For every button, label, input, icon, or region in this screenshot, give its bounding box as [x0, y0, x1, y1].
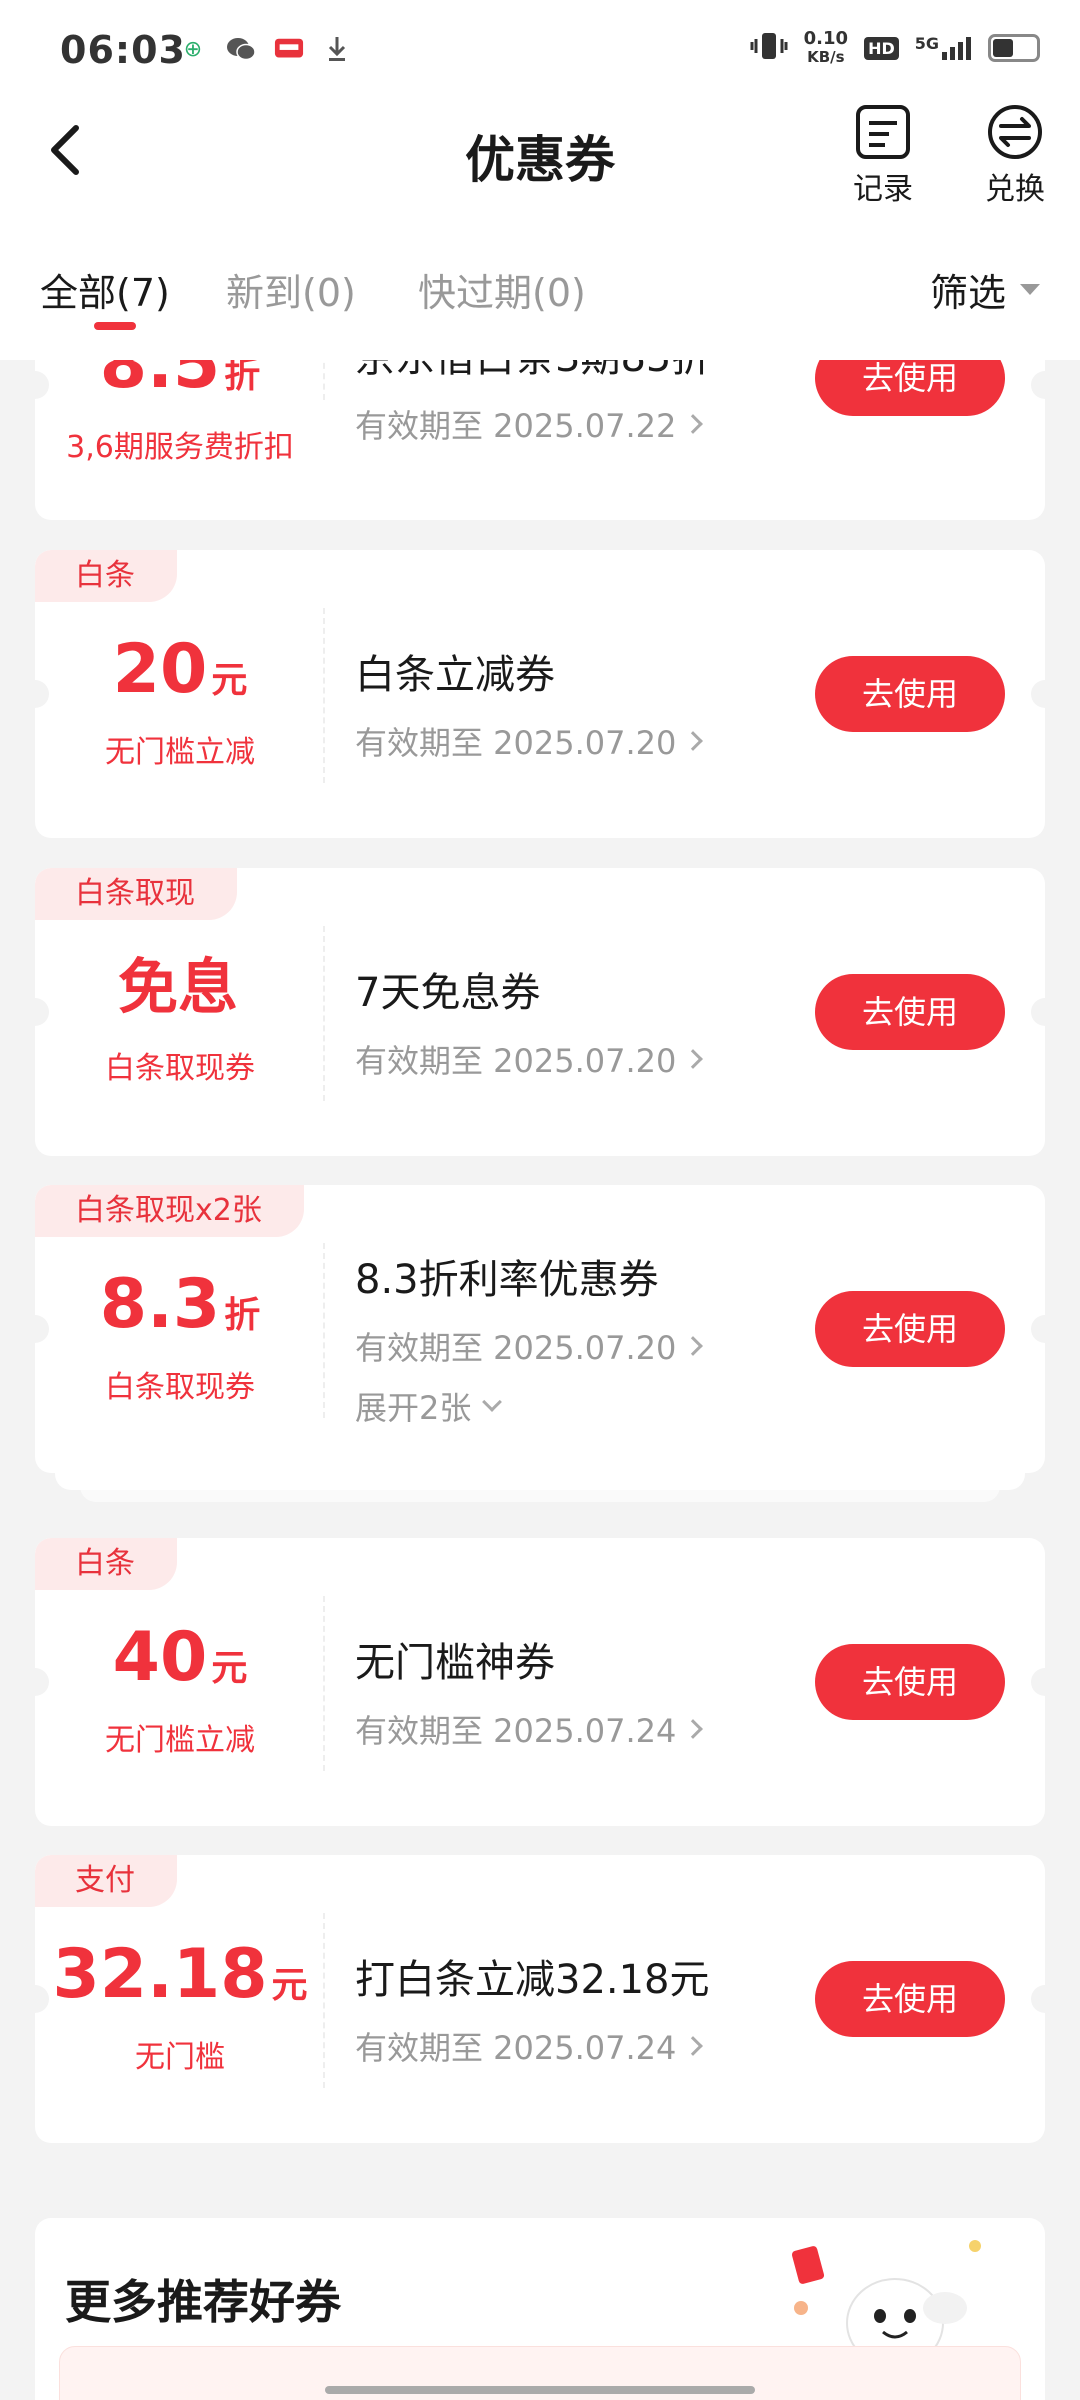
coupon-name: 无门槛神券	[355, 1640, 555, 1686]
battery-icon	[988, 34, 1040, 62]
use-coupon-button[interactable]: 去使用	[815, 1644, 1005, 1720]
chevron-right-icon	[683, 1336, 704, 1356]
coupon-card[interactable]: 白条取现x2张 8.3 折 白条取现券 8.3折利率优惠券 有效期至 2025.0…	[35, 1185, 1045, 1473]
coupon-amount: 32.18 元	[52, 1935, 308, 2014]
top-header: 06:03 ⊕ 0.10 KB/s HD 5G 优惠券 记录 兑换 全部(7) …	[0, 0, 1080, 360]
active-tab-indicator	[94, 322, 136, 330]
coupon-validity[interactable]: 有效期至 2025.07.20	[355, 1323, 704, 1369]
coupon-tag: 白条	[35, 1538, 177, 1590]
coupon-subtitle: 白条取现券	[105, 1051, 255, 1086]
coupon-name: 打白条立减32.18元	[355, 1957, 710, 2003]
finance-app-notification-icon: ⊕	[183, 36, 203, 62]
hd-badge: HD	[864, 36, 899, 60]
coupon-name: 白条立减券	[355, 652, 555, 698]
network-speed: 0.10 KB/s	[803, 28, 849, 67]
coupon-subtitle: 3,6期服务费折扣	[66, 430, 294, 465]
status-bar: 06:03 ⊕ 0.10 KB/s HD 5G	[0, 0, 1080, 100]
coupon-amount: 20 元	[112, 630, 248, 709]
use-coupon-button[interactable]: 去使用	[815, 1291, 1005, 1367]
chevron-down-icon	[482, 1392, 503, 1412]
coupon-tag: 白条取现x2张	[35, 1185, 304, 1237]
use-coupon-button[interactable]: 去使用	[815, 974, 1005, 1050]
coupon-validity[interactable]: 有效期至 2025.07.24	[355, 2023, 710, 2069]
nav-bar: 优惠券 记录 兑换	[0, 100, 1080, 240]
coupon-card[interactable]: 白条 40 元 无门槛立减 无门槛神券 有效期至 2025.07.24 去使用	[35, 1538, 1045, 1826]
coupon-validity[interactable]: 有效期至 2025.07.20	[355, 718, 704, 764]
coupon-name: 7天免息券	[355, 970, 541, 1016]
more-recommended-section: 更多推荐好券	[35, 2218, 1045, 2400]
expand-coupons-toggle[interactable]: 展开2张	[355, 1383, 700, 1429]
coupon-amount: 40 元	[112, 1618, 248, 1697]
tab-all[interactable]: 全部(7)	[40, 262, 170, 317]
coupon-card[interactable]: 支付 32.18 元 无门槛 打白条立减32.18元 有效期至 2025.07.2…	[35, 1855, 1045, 2143]
coupon-subtitle: 无门槛	[135, 2040, 225, 2075]
chevron-right-icon	[683, 2036, 704, 2056]
coupon-subtitle: 无门槛立减	[105, 1723, 255, 1758]
coupon-card[interactable]: 白条 20 元 无门槛立减 白条立减券 有效期至 2025.07.20 去使用	[35, 550, 1045, 838]
download-icon	[322, 34, 352, 64]
coupon-validity[interactable]: 有效期至 2025.07.24	[355, 1706, 704, 1752]
chevron-right-icon	[683, 1719, 704, 1739]
home-indicator[interactable]	[325, 2386, 755, 2394]
coupon-amount: 免息	[118, 953, 238, 1023]
filter-dropdown[interactable]: 筛选	[930, 262, 1040, 317]
coupon-tabs: 全部(7) 新到(0) 快过期(0) 筛选	[0, 240, 1080, 360]
tab-new[interactable]: 新到(0)	[226, 262, 356, 317]
coupon-tag: 支付	[35, 1855, 177, 1907]
coupon-card[interactable]: 白条取现 免息 白条取现券 7天免息券 有效期至 2025.07.20 去使用	[35, 868, 1045, 1156]
tab-expiring[interactable]: 快过期(0)	[418, 262, 586, 317]
dropdown-caret-icon	[1020, 284, 1040, 295]
signal-icon: 5G	[915, 36, 972, 60]
coupon-name: 8.3折利率优惠券	[355, 1257, 659, 1303]
coupon-validity[interactable]: 有效期至 2025.07.22	[355, 401, 711, 447]
use-coupon-button[interactable]: 去使用	[815, 1961, 1005, 2037]
mascot-illustration-icon	[791, 2240, 981, 2358]
record-button[interactable]: 记录	[838, 104, 928, 208]
coupon-tag: 白条	[35, 550, 177, 602]
chevron-right-icon	[683, 414, 704, 434]
exchange-button[interactable]: 兑换	[970, 104, 1060, 208]
coupon-subtitle: 白条取现券	[105, 1370, 255, 1405]
chevron-right-icon	[683, 1049, 704, 1069]
coupon-tag: 白条取现	[35, 868, 237, 920]
status-time: 06:03	[60, 28, 186, 72]
coupon-validity[interactable]: 有效期至 2025.07.20	[355, 1036, 704, 1082]
record-list-icon	[856, 105, 910, 159]
wechat-icon	[226, 34, 256, 64]
coupon-subtitle: 无门槛立减	[105, 735, 255, 770]
coupon-amount: 8.3 折	[99, 1265, 261, 1344]
vibrate-icon	[750, 31, 788, 65]
chevron-right-icon	[683, 731, 704, 751]
exchange-icon	[988, 105, 1042, 159]
app-notification-icon	[274, 34, 304, 64]
section-title: 更多推荐好券	[65, 2275, 341, 2329]
use-coupon-button[interactable]: 去使用	[815, 656, 1005, 732]
